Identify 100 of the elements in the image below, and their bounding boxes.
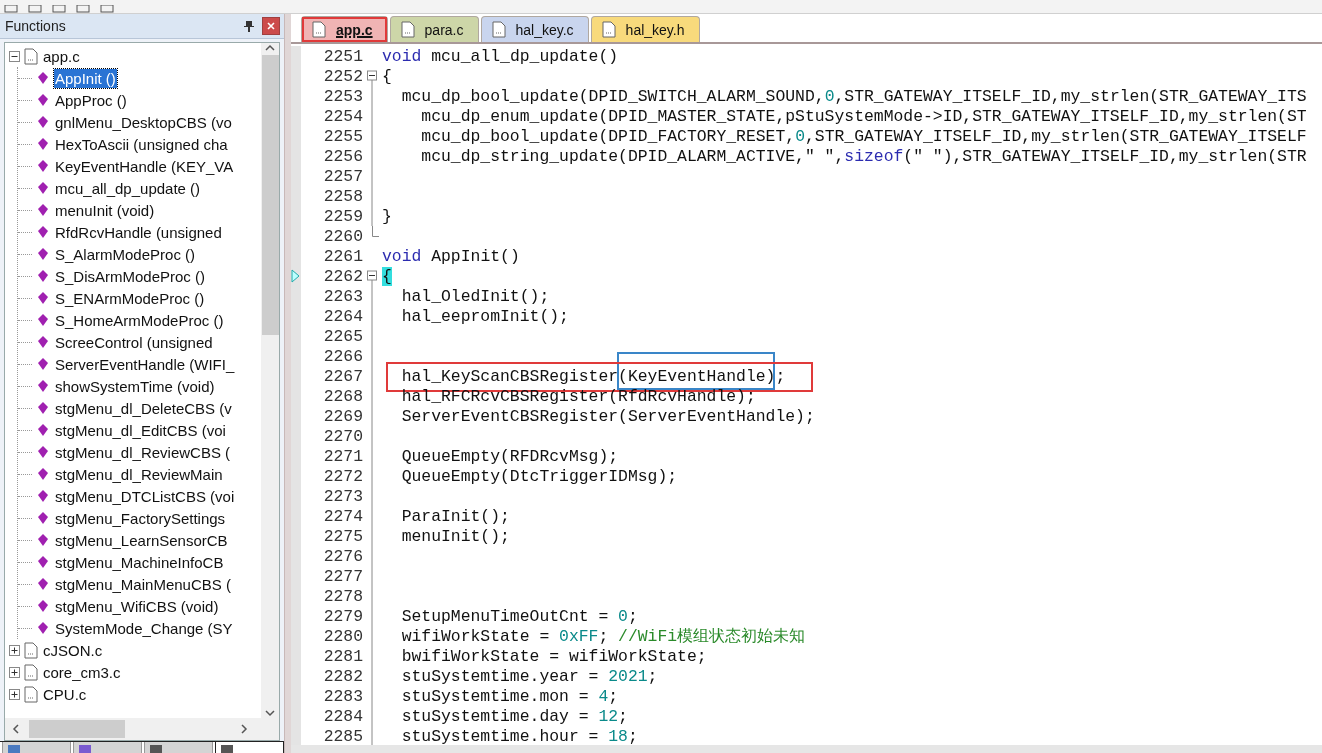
file-tab[interactable]: hal_key.h: [590, 16, 700, 42]
diamond-icon: [38, 160, 48, 172]
scroll-left-icon[interactable]: [11, 723, 21, 735]
diamond-icon: [38, 380, 48, 392]
tree-item[interactable]: S_HomeArmModeProc (): [54, 310, 225, 330]
line-number: 2276: [322, 546, 364, 566]
diamond-icon: [38, 94, 48, 106]
tab-icon: [149, 744, 163, 753]
tree-item[interactable]: cJSON.c: [42, 640, 104, 660]
tree-item[interactable]: AppProc (): [54, 90, 128, 110]
close-button[interactable]: [262, 17, 280, 35]
expand-icon[interactable]: [9, 644, 20, 656]
diamond-icon: [38, 138, 48, 150]
code-line: wifiWorkState = 0xFF; //WiFi模组状态初始未知: [400, 627, 806, 646]
code-line: stuSystemtime.year = 2021;: [400, 666, 658, 686]
tree-item[interactable]: menuInit (void): [54, 200, 156, 220]
tree-item[interactable]: RfdRcvHandle (unsigned: [54, 222, 223, 242]
line-number: 2267: [322, 366, 364, 386]
scroll-right-icon[interactable]: [239, 723, 249, 735]
diamond-icon: [38, 182, 48, 194]
line-number: 2278: [322, 586, 364, 606]
pin-icon[interactable]: [244, 20, 254, 32]
code-line: stuSystemtime.hour = 18;: [400, 726, 638, 745]
diamond-icon: [38, 446, 48, 458]
collapse-icon[interactable]: [9, 50, 20, 62]
line-number: 2262: [322, 266, 364, 286]
file-tab[interactable]: para.c: [389, 16, 479, 42]
line-number: 2279: [322, 606, 364, 626]
tree-item[interactable]: stgMenu_dl_EditCBS (voi: [54, 420, 227, 440]
tree-item[interactable]: stgMenu_dl_ReviewMain: [54, 464, 224, 484]
line-number: 2273: [322, 486, 364, 506]
diamond-icon: [38, 116, 48, 128]
code-line: QueueEmpty(RFDRcvMsg);: [400, 446, 619, 466]
tree-item[interactable]: S_ENArmModeProc (): [54, 288, 206, 308]
line-number: 2282: [322, 666, 364, 686]
line-number: 2269: [322, 406, 364, 426]
file-tab[interactable]: app.c: [301, 16, 388, 42]
diamond-icon: [38, 424, 48, 436]
toolbar-tool-icon[interactable]: [28, 5, 42, 13]
code-line: hal_KeyScanCBSRegister(KeyEventHandle);: [382, 366, 786, 386]
tree-item[interactable]: showSystemTime (void): [54, 376, 216, 396]
line-number: 2263: [322, 286, 364, 306]
tree-item[interactable]: SystemMode_Change (SY: [54, 618, 234, 638]
expand-icon[interactable]: [9, 666, 20, 678]
diamond-icon: [38, 402, 48, 414]
close-icon: [267, 22, 275, 30]
line-number: 2252: [322, 66, 364, 86]
tree-item[interactable]: stgMenu_FactorySettings: [54, 508, 227, 528]
diamond-icon: [38, 270, 48, 282]
vertical-scrollbar[interactable]: [261, 43, 279, 718]
line-number: 2283: [322, 686, 364, 706]
tree-item[interactable]: S_AlarmModeProc (): [54, 244, 197, 264]
horizontal-scrollbar[interactable]: [291, 745, 1322, 753]
expand-icon[interactable]: [9, 688, 20, 700]
toolbar-tool-icon[interactable]: [52, 5, 66, 13]
line-number: 2274: [322, 506, 364, 526]
file-icon: [24, 641, 38, 659]
tab-icon: [7, 744, 21, 753]
diamond-icon: [38, 204, 48, 216]
diamond-icon: [38, 622, 48, 634]
tree-item[interactable]: stgMenu_LearnSensorCB: [54, 530, 229, 550]
tree-item[interactable]: stgMenu_WifiCBS (void): [54, 596, 220, 616]
toolbar-tool-icon[interactable]: [100, 5, 114, 13]
file-icon: [400, 21, 415, 38]
tree-item[interactable]: stgMenu_dl_ReviewCBS (: [54, 442, 232, 462]
file-icon: [312, 21, 326, 38]
code-line: hal_RFCRcvCBSRegister(RfdRcvHandle);: [400, 386, 756, 406]
diamond-icon: [38, 336, 48, 348]
tree-item[interactable]: mcu_all_dp_update (): [54, 178, 202, 198]
tree-item[interactable]: HexToAscii (unsigned cha: [54, 134, 229, 154]
line-number: 2255: [322, 126, 364, 146]
code-line: mcu_dp_string_update(DPID_ALARM_ACTIVE," ",sizeof(" "),STR_GATEWAY_ITSELF_ID,my_strlen(STR: [420, 146, 1307, 166]
diamond-icon: [38, 490, 48, 502]
tree-item[interactable]: stgMenu_MainMenuCBS (: [54, 574, 232, 594]
file-tab[interactable]: hal_key.c: [480, 16, 589, 42]
horizontal-scrollbar[interactable]: [5, 718, 279, 740]
code-line: stuSystemtime.mon = 4;: [400, 686, 619, 706]
tree-item[interactable]: gnlMenu_DesktopCBS (vo: [54, 112, 233, 132]
toolbar-tool-icon[interactable]: [76, 5, 90, 13]
code-line: QueueEmpty(DtcTriggerIDMsg);: [400, 466, 678, 486]
tree-item[interactable]: ScreeControl (unsigned: [54, 332, 214, 352]
toolbar-tool-icon[interactable]: [4, 5, 18, 13]
scrollbar-thumb[interactable]: [29, 720, 125, 738]
tree-item[interactable]: app.c: [42, 46, 81, 66]
line-number: 2277: [322, 566, 364, 586]
line-number: 2280: [322, 626, 364, 646]
tree-item[interactable]: CPU.c: [42, 684, 88, 704]
tree-item[interactable]: stgMenu_dl_DeleteCBS (v: [54, 398, 233, 418]
diamond-icon: [38, 358, 48, 370]
code-line: stuSystemtime.day = 12;: [400, 706, 628, 726]
tree-item[interactable]: stgMenu_MachineInfoCB: [54, 552, 225, 572]
tree-item[interactable]: core_cm3.c: [42, 662, 122, 682]
scrollbar-thumb[interactable]: [261, 55, 279, 335]
tree-item[interactable]: S_DisArmModeProc (): [54, 266, 207, 286]
tree-item[interactable]: stgMenu_DTCListCBS (voi: [54, 486, 236, 506]
scroll-down-icon[interactable]: [264, 708, 276, 718]
tree-item[interactable]: ServerEventHandle (WIFI_: [54, 354, 236, 374]
tree-item[interactable]: KeyEventHandle (KEY_VA: [54, 156, 235, 176]
scroll-up-icon[interactable]: [264, 43, 276, 53]
tree-item[interactable]: AppInit (): [54, 68, 117, 88]
